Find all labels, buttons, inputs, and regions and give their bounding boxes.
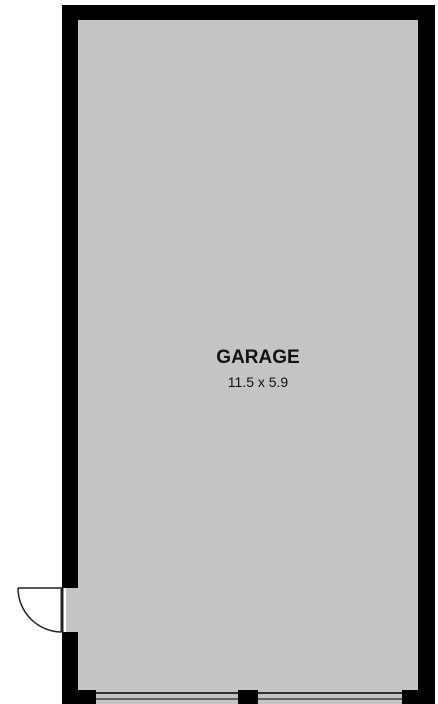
room-dimensions: 11.5 x 5.9 [228,374,289,390]
top-wall [62,5,435,20]
floor-plan: GARAGE 11.5 x 5.9 [0,0,438,704]
door-pier-center [238,690,258,704]
left-wall-upper [62,5,78,588]
door-pier-left [62,690,96,704]
room-name: GARAGE [216,347,299,368]
right-wall [418,5,435,704]
door-pier-right [402,690,435,704]
door-opening [66,588,78,632]
